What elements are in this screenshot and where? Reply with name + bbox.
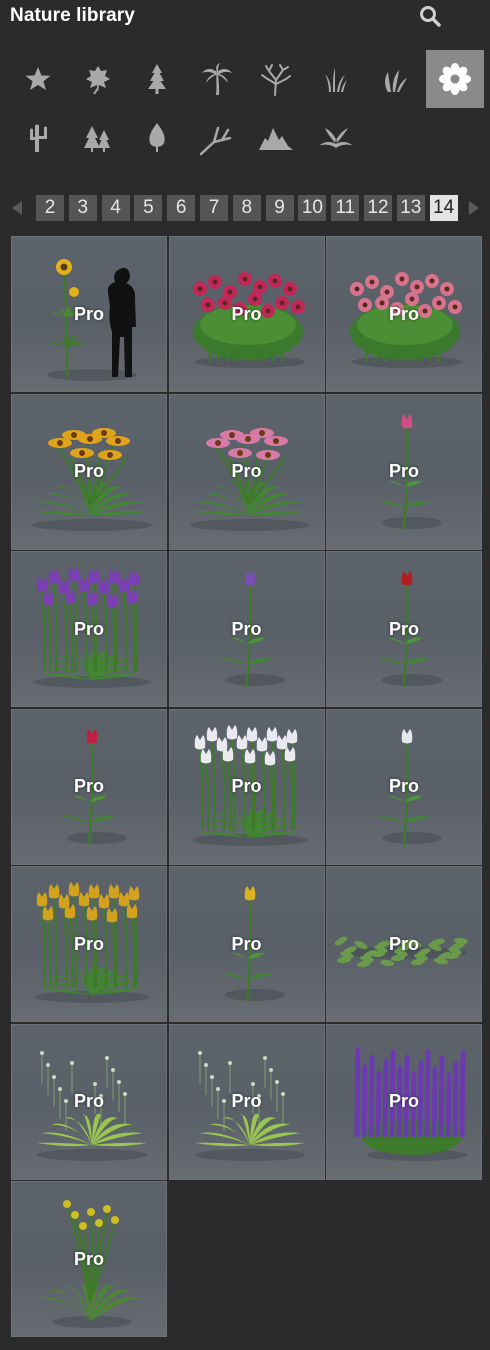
flower-icon <box>438 63 471 95</box>
fern-icon <box>318 128 353 148</box>
forest-icon <box>83 126 110 152</box>
pro-badge: Pro <box>73 1248 104 1269</box>
category-grass-button[interactable] <box>307 50 365 108</box>
plant-item-tile[interactable]: Pro <box>326 236 482 392</box>
pro-badge: Pro <box>73 461 104 481</box>
previous-page-button[interactable] <box>9 199 23 217</box>
plant-item-tile[interactable]: Pro <box>326 866 482 1022</box>
plant-item-tile[interactable]: Pro <box>168 236 325 392</box>
bare-tree-icon <box>261 64 291 96</box>
pro-badge: Pro <box>388 776 419 796</box>
plant-item-tile[interactable]: Pro <box>326 1023 482 1180</box>
page-title: Nature library <box>10 5 135 26</box>
category-cactus-button[interactable] <box>9 108 67 166</box>
pagination: 2 3 4 5 6 7 8 9 10 11 12 13 14 <box>0 193 490 223</box>
pro-badge: Pro <box>388 461 419 481</box>
plant-item-tile[interactable]: Pro <box>11 236 167 392</box>
leaf-icon <box>85 66 110 95</box>
category-leaf-button[interactable] <box>69 50 127 108</box>
category-palm-tree-button[interactable] <box>188 50 246 108</box>
page-5-button[interactable]: 5 <box>134 195 163 221</box>
branch-icon <box>199 126 231 156</box>
pro-badge: Pro <box>231 776 262 796</box>
plant-item-tile[interactable]: Pro <box>11 708 167 865</box>
search-button[interactable] <box>418 4 444 28</box>
plant-item-tile[interactable]: Pro <box>168 1023 325 1180</box>
plant-item-tile[interactable]: Pro <box>168 708 325 865</box>
plant-item-tile[interactable]: Pro <box>168 551 325 707</box>
page-12-button[interactable]: 12 <box>364 195 392 221</box>
category-single-leaf-button[interactable] <box>128 108 186 166</box>
plant-item-tile[interactable]: Pro <box>11 393 167 550</box>
category-star-button[interactable] <box>9 50 67 108</box>
chevron-left-icon <box>12 201 22 215</box>
page-6-button[interactable]: 6 <box>167 195 196 221</box>
pro-badge: Pro <box>73 933 104 954</box>
page-3-button[interactable]: 3 <box>68 195 97 221</box>
plant-item-tile[interactable]: Pro <box>11 866 167 1022</box>
plant-item-tile[interactable]: Pro <box>326 708 482 865</box>
category-bare-tree-button[interactable] <box>247 50 305 108</box>
pro-badge: Pro <box>231 933 262 954</box>
page-9-button[interactable]: 9 <box>265 195 294 221</box>
page-7-button[interactable]: 7 <box>200 195 228 221</box>
next-page-button[interactable] <box>468 199 482 217</box>
pro-badge: Pro <box>388 1091 419 1111</box>
category-flower-button[interactable] <box>425 50 484 108</box>
plant-item-tile[interactable]: Pro <box>168 866 325 1022</box>
pro-badge: Pro <box>231 303 262 324</box>
page-2-button[interactable]: 2 <box>36 195 64 221</box>
palm-tree-icon <box>201 63 232 95</box>
category-bush-leaves-button[interactable] <box>366 50 424 108</box>
category-rocks-button[interactable] <box>247 108 305 166</box>
pro-badge: Pro <box>231 618 262 639</box>
pro-badge: Pro <box>388 618 419 639</box>
category-fern-button[interactable] <box>307 108 365 166</box>
grass-icon <box>324 68 347 92</box>
plant-item-tile[interactable]: Pro <box>11 1023 167 1180</box>
pro-badge: Pro <box>73 1091 104 1111</box>
page-8-button[interactable]: 8 <box>232 195 261 221</box>
category-forest-button[interactable] <box>69 108 127 166</box>
conifer-tree-icon <box>148 64 166 94</box>
pro-badge: Pro <box>231 1091 262 1111</box>
rocks-icon <box>259 128 293 150</box>
page-13-button[interactable]: 13 <box>396 195 425 221</box>
cactus-icon <box>30 124 47 152</box>
plant-item-tile[interactable]: Pro <box>326 551 482 707</box>
category-conifer-tree-button[interactable] <box>128 50 186 108</box>
chevron-right-icon <box>469 201 479 215</box>
pro-badge: Pro <box>73 618 104 639</box>
page-4-button[interactable]: 4 <box>101 195 130 221</box>
page-10-button[interactable]: 10 <box>298 195 327 221</box>
library-header: Nature library <box>0 0 490 34</box>
search-icon <box>420 6 441 27</box>
pro-badge: Pro <box>73 303 104 324</box>
star-icon <box>25 67 51 90</box>
page-11-button[interactable]: 11 <box>331 195 360 221</box>
single-leaf-icon <box>149 123 165 152</box>
bush-leaves-icon <box>385 70 407 92</box>
plant-item-tile[interactable]: Pro <box>11 1181 167 1337</box>
plant-item-tile[interactable]: Pro <box>168 393 325 550</box>
plant-item-tile[interactable]: Pro <box>11 551 167 707</box>
pro-badge: Pro <box>73 776 104 796</box>
category-branch-button[interactable] <box>188 108 246 166</box>
pro-badge: Pro <box>388 303 419 324</box>
pro-badge: Pro <box>231 461 262 481</box>
page-14-button[interactable]: 14 <box>429 195 458 221</box>
plant-item-tile[interactable]: Pro <box>326 393 482 550</box>
pro-badge: Pro <box>388 933 419 954</box>
